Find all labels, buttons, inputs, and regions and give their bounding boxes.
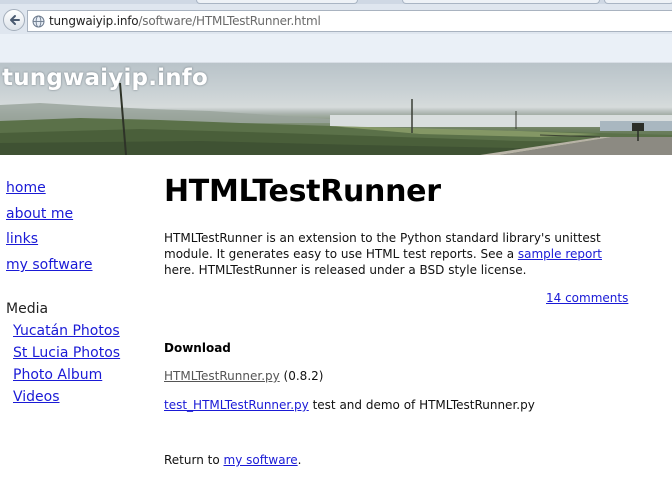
media-link-videos[interactable]: Videos <box>13 389 60 405</box>
download-link-test-htmltestrunner[interactable]: test_HTMLTestRunner.py <box>164 398 309 412</box>
media-link-yucatan-photos[interactable]: Yucatán Photos <box>13 323 120 339</box>
download-item: test_HTMLTestRunner.py test and demo of … <box>164 398 535 412</box>
back-arrow-icon <box>10 15 20 25</box>
url-text[interactable]: tungwaiyip.info/software/HTMLTestRunner.… <box>49 14 321 28</box>
sample-report-link[interactable]: sample report <box>518 247 602 261</box>
download-description: test and demo of HTMLTestRunner.py <box>308 398 535 412</box>
url-host: tungwaiyip.info <box>49 14 139 28</box>
browser-tab[interactable] <box>604 0 672 4</box>
media-link-st-lucia-photos[interactable]: St Lucia Photos <box>13 345 120 361</box>
bookmarks-bar <box>0 34 672 63</box>
intro-text-end: here. HTMLTestRunner is released under a… <box>164 263 527 277</box>
download-link-htmltestrunner[interactable]: HTMLTestRunner.py <box>164 369 280 383</box>
nav-link-home[interactable]: home <box>6 180 46 196</box>
nav-link-about-me[interactable]: about me <box>6 206 73 222</box>
page-title: HTMLTestRunner <box>164 174 441 209</box>
intro-paragraph: HTMLTestRunner is an extension to the Py… <box>164 230 630 278</box>
browser-tab[interactable] <box>196 0 358 4</box>
return-suffix: . <box>297 453 302 467</box>
return-my-software-link[interactable]: my software <box>224 453 298 467</box>
media-link-photo-album[interactable]: Photo Album <box>13 367 102 383</box>
download-item: HTMLTestRunner.py (0.8.2) <box>164 369 323 383</box>
nav-link-my-software[interactable]: my software <box>6 257 93 273</box>
media-heading: Media <box>6 301 49 317</box>
globe-icon <box>32 15 45 28</box>
download-description: (0.8.2) <box>279 369 324 383</box>
comments-link[interactable]: 14 comments <box>546 291 628 305</box>
return-prefix: Return to <box>164 453 224 467</box>
back-button[interactable] <box>3 9 25 31</box>
return-line: Return to my software. <box>164 453 301 467</box>
site-title[interactable]: tungwaiyip.info <box>2 65 208 91</box>
browser-toolbar: tungwaiyip.info/software/HTMLTestRunner.… <box>0 0 672 34</box>
download-heading: Download <box>164 341 231 355</box>
url-path: /software/HTMLTestRunner.html <box>138 14 321 28</box>
address-bar[interactable]: tungwaiyip.info/software/HTMLTestRunner.… <box>27 10 672 32</box>
browser-tab[interactable] <box>402 0 600 4</box>
nav-link-links[interactable]: links <box>6 231 38 247</box>
